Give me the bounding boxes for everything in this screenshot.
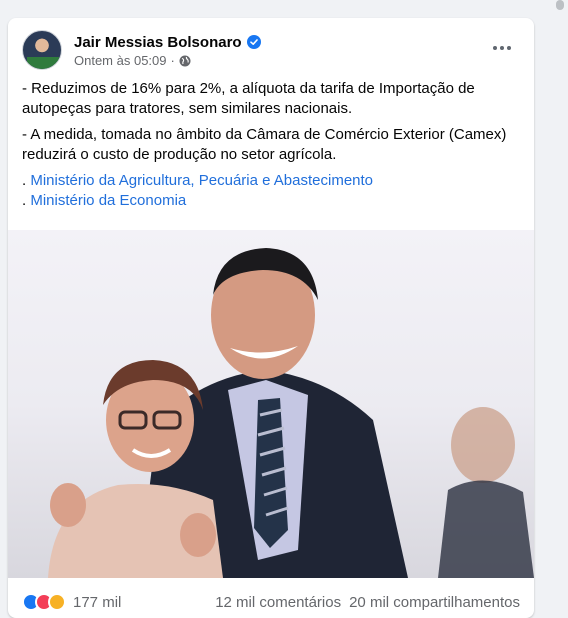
author-name-row: Jair Messias Bolsonaro (74, 32, 261, 52)
mention-link-agriculture[interactable]: Ministério da Agricultura, Pecuária e Ab… (30, 172, 373, 189)
meta-separator: · (170, 53, 175, 68)
post-footer: 177 mil 12 mil comentários 20 mil compar… (22, 590, 520, 614)
reactions-summary[interactable]: 177 mil (22, 593, 121, 611)
facebook-post: Jair Messias Bolsonaro Ontem às 05:09 · … (8, 18, 534, 618)
avatar-flag (27, 57, 59, 69)
post-meta: Ontem às 05:09 · (74, 53, 191, 68)
post-paragraph-1: - Reduzimos de 16% para 2%, a alíquota d… (22, 80, 475, 117)
page-scrollbar[interactable] (551, 0, 568, 618)
globe-icon[interactable] (179, 55, 191, 67)
post-text: - Reduzimos de 16% para 2%, a alíquota d… (22, 79, 520, 211)
shares-count[interactable]: 20 mil compartilhamentos (349, 594, 520, 611)
verified-badge-icon (246, 35, 261, 49)
post-paragraph-2: - A medida, tomada no âmbito da Câmara d… (22, 126, 507, 163)
mention-link-economy[interactable]: Ministério da Economia (30, 192, 186, 209)
author-name[interactable]: Jair Messias Bolsonaro (74, 34, 242, 51)
comments-count[interactable]: 12 mil comentários (215, 594, 341, 611)
post-mentions: . Ministério da Agricultura, Pecuária e … (22, 171, 520, 211)
reaction-count[interactable]: 177 mil (73, 594, 121, 611)
mention-line-2: . Ministério da Economia (22, 191, 520, 211)
author-avatar[interactable] (22, 30, 62, 70)
more-options-icon[interactable] (488, 36, 516, 60)
photo-illustration (48, 248, 534, 578)
post-photo[interactable] (8, 230, 534, 578)
scrollbar-thumb[interactable] (556, 0, 564, 10)
post-timestamp[interactable]: Ontem às 05:09 (74, 53, 167, 68)
care-icon (48, 593, 66, 611)
mention-line-1: . Ministério da Agricultura, Pecuária e … (22, 171, 520, 191)
post-header: Jair Messias Bolsonaro Ontem às 05:09 · (22, 30, 522, 70)
